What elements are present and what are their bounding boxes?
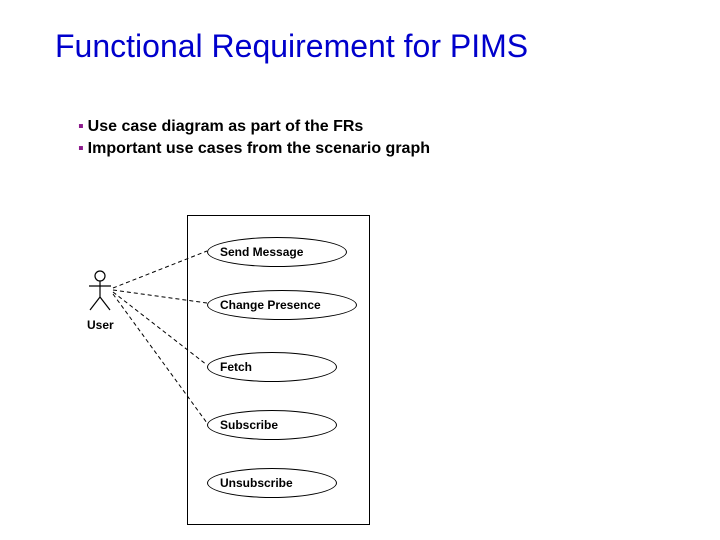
bullet-text-2: Important use cases from the scenario gr… — [88, 140, 430, 157]
page-title: Functional Requirement for PIMS — [55, 28, 528, 65]
bullet-icon: ▪ — [78, 118, 84, 135]
usecase-label: Unsubscribe — [220, 476, 293, 490]
usecase-unsubscribe: Unsubscribe — [207, 468, 337, 498]
usecase-label: Subscribe — [220, 418, 278, 432]
usecase-label: Fetch — [220, 360, 252, 374]
bullet-item-2: ▪Important use cases from the scenario g… — [78, 138, 430, 160]
actor-icon — [87, 270, 113, 312]
bullet-text-1: Use case diagram as part of the FRs — [88, 118, 364, 135]
usecase-label: Change Presence — [220, 298, 321, 312]
bullet-item-1: ▪Use case diagram as part of the FRs — [78, 116, 430, 138]
usecase-subscribe: Subscribe — [207, 410, 337, 440]
usecase-change-presence: Change Presence — [207, 290, 357, 320]
usecase-fetch: Fetch — [207, 352, 337, 382]
bullet-icon: ▪ — [78, 140, 84, 157]
bullet-list: ▪Use case diagram as part of the FRs ▪Im… — [78, 116, 430, 159]
usecase-label: Send Message — [220, 245, 303, 259]
actor-label: User — [87, 318, 114, 332]
usecase-send-message: Send Message — [207, 237, 347, 267]
